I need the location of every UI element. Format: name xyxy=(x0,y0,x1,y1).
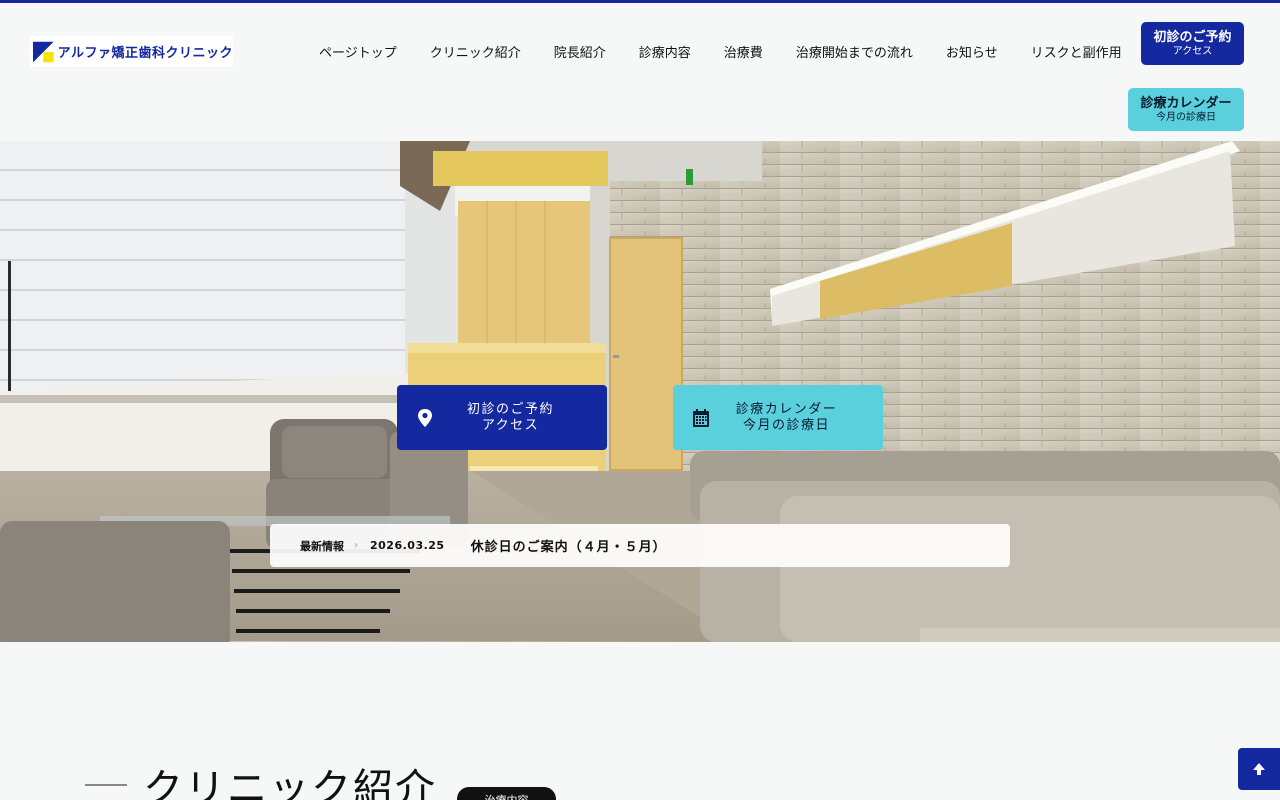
hero-calendar-line1: 診療カレンダー xyxy=(735,401,838,417)
hero-calendar-text: 診療カレンダー 今月の診療日 xyxy=(710,402,883,434)
nav-item-flow[interactable]: 治療開始までの流れ xyxy=(796,42,913,61)
calendar-icon xyxy=(693,408,709,427)
news-label: 最新情報 xyxy=(300,539,344,553)
news-date: 2026.03.25 xyxy=(370,539,445,552)
nav-item-page-top[interactable]: ページトップ xyxy=(319,42,397,61)
latest-news-bar: 最新情報 › 2026.03.25 休診日のご案内（４月・５月） xyxy=(270,524,1010,567)
arrow-up-icon xyxy=(1253,763,1265,775)
site-header: アルファ矯正歯科クリニック ページトップ クリニック紹介 院長紹介 診療内容 治… xyxy=(0,3,1280,141)
hero-section: 初診のご予約 アクセス 診療カレンダー 今月の診療日 最新情報 › 2026.0… xyxy=(0,141,1280,642)
nav-item-clinic[interactable]: クリニック紹介 xyxy=(430,42,521,61)
section-tag-pill[interactable]: 治療内容 xyxy=(457,787,556,800)
hero-reserve-button[interactable]: 初診のご予約 アクセス xyxy=(397,385,607,450)
nav-item-risks[interactable]: リスクと副作用 xyxy=(1031,42,1122,61)
logo-text: アルファ矯正歯科クリニック xyxy=(57,46,233,61)
section-heading-line xyxy=(85,784,127,786)
map-pin-icon xyxy=(418,408,432,427)
header-calendar-button[interactable]: 診療カレンダー 今月の診療日 xyxy=(1128,88,1244,131)
hero-reserve-line1: 初診のご予約 xyxy=(466,401,554,417)
header-reserve-button[interactable]: 初診のご予約 アクセス xyxy=(1141,22,1244,65)
nav-item-treatment[interactable]: 診療内容 xyxy=(639,42,691,61)
section-heading: クリニック紹介 xyxy=(85,755,437,800)
main-nav: ページトップ クリニック紹介 院長紹介 診療内容 治療費 治療開始までの流れ お… xyxy=(300,41,1155,61)
news-title-link[interactable]: 休診日のご案内（４月・５月） xyxy=(471,536,667,555)
clinic-logo[interactable]: アルファ矯正歯科クリニック xyxy=(30,36,233,67)
hero-reserve-text: 初診のご予約 アクセス xyxy=(434,402,607,434)
nav-item-news[interactable]: お知らせ xyxy=(946,42,998,61)
header-reserve-line2: アクセス xyxy=(1172,45,1213,57)
hero-reserve-line2: アクセス xyxy=(481,417,540,433)
back-to-top-button[interactable] xyxy=(1238,748,1280,790)
hero-calendar-line2: 今月の診療日 xyxy=(742,417,830,433)
header-calendar-line1: 診療カレンダー xyxy=(1140,95,1232,111)
section-title: クリニック紹介 xyxy=(143,766,437,800)
hero-calendar-button[interactable]: 診療カレンダー 今月の診療日 xyxy=(673,385,883,450)
nav-item-director[interactable]: 院長紹介 xyxy=(554,42,606,61)
nav-item-fees[interactable]: 治療費 xyxy=(724,42,763,61)
header-calendar-line2: 今月の診療日 xyxy=(1156,111,1216,123)
logo-mark-icon xyxy=(33,41,54,62)
news-separator: › xyxy=(354,540,358,551)
header-reserve-line1: 初診のご予約 xyxy=(1153,29,1232,45)
